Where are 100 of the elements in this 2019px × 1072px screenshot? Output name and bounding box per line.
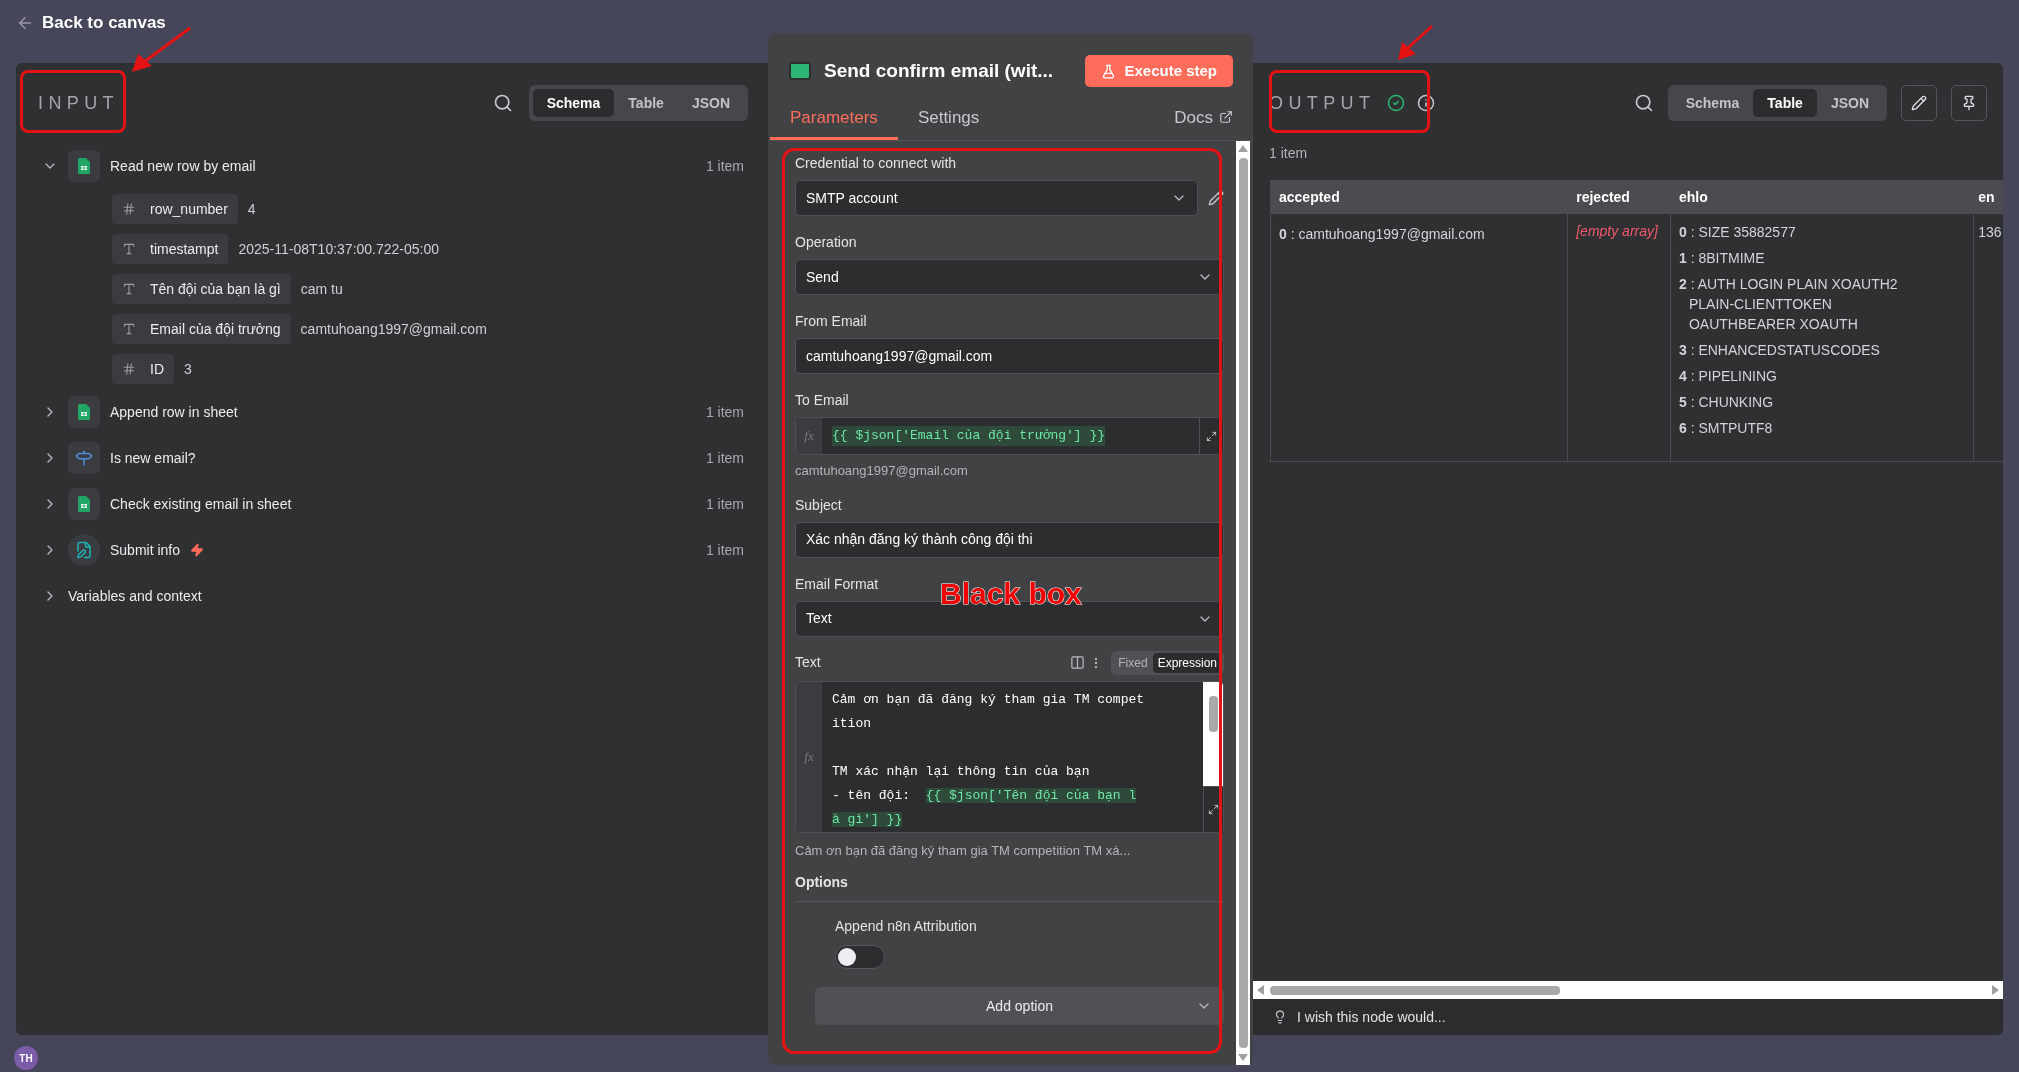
edit-button[interactable] — [1901, 85, 1937, 121]
flask-icon — [1101, 63, 1117, 79]
field-value: 3 — [184, 359, 192, 379]
field-value: 2025-11-08T10:37:00.722-05:00 — [238, 239, 440, 259]
view-tab[interactable]: Table — [1753, 89, 1817, 117]
toggle-switch[interactable] — [835, 945, 885, 969]
field-label: To Email — [795, 391, 849, 410]
node-name[interactable]: Append row in sheet — [110, 401, 238, 423]
variables-label[interactable]: Variables and context — [68, 585, 202, 607]
feedback-link[interactable]: I wish this node would... — [1297, 1006, 1446, 1028]
field-value: 4 — [247, 199, 256, 219]
view-tab[interactable]: Schema — [532, 89, 615, 117]
arrow-annotation — [130, 26, 192, 74]
docs-link[interactable]: Docs — [1174, 104, 1233, 130]
info-icon[interactable] — [1417, 94, 1436, 112]
expand-icon[interactable] — [1208, 803, 1219, 815]
node-name[interactable]: Submit info — [110, 539, 181, 561]
field-label: Credential to connect with — [795, 154, 957, 173]
view-tab[interactable]: JSON — [677, 89, 744, 117]
field-value: camtuhoang1997@gmail.com — [300, 319, 487, 339]
table-cell-text: [empty array] — [1576, 222, 1659, 241]
table-cell-text: 2 : AUTH LOGIN PLAIN XOAUTH2 PLAIN-CLIENTTOKEN OAUTHBEARER XOAUTH — [1678, 275, 1899, 334]
table-cell-text: 5 : CHUNKING — [1678, 393, 1775, 412]
view-tab[interactable]: JSON — [1816, 89, 1883, 117]
function-label: fx — [804, 747, 814, 766]
field-name: Tên đội của bạn là gì — [150, 279, 281, 299]
item-count: 1 item — [705, 494, 744, 514]
column-header: ehlo — [1670, 181, 1974, 214]
external-link-icon — [1219, 110, 1233, 125]
code-line: - tên đội: {{ $json['Tên đội của bạn l — [832, 786, 1138, 805]
pencil-icon — [1911, 95, 1927, 111]
node-name[interactable]: Check existing email in sheet — [110, 493, 292, 515]
view-tab[interactable]: Table — [614, 89, 678, 117]
credential-select[interactable]: SMTP account — [795, 180, 1198, 216]
add-option-button[interactable]: Add option — [815, 987, 1224, 1025]
field-label: Operation — [795, 233, 857, 252]
code-line: ition — [832, 714, 872, 733]
item-count: 1 item — [705, 156, 744, 176]
table-cell-text: 0 : camtuhoang1997@gmail.com — [1279, 225, 1486, 244]
node-title: Send confirm email (wit... — [824, 58, 1054, 83]
table-cell-text: 3 : ENHANCEDSTATUSCODES — [1678, 341, 1881, 360]
from-email-field[interactable]: camtuhoang1997@gmail.com — [795, 338, 1224, 374]
expression-result: Cảm ơn bạn đã đăng ký tham gia TM competition TM xá... — [795, 841, 1132, 860]
spreadsheet-icon — [78, 496, 90, 512]
operation-select[interactable]: Send — [795, 259, 1224, 295]
field-label: Text — [795, 653, 821, 672]
view-tab[interactable]: Schema — [1671, 89, 1754, 117]
pin-button[interactable] — [1951, 85, 1987, 121]
search-icon[interactable] — [492, 93, 513, 113]
item-count: 1 item — [705, 448, 744, 468]
function-label: fx — [804, 427, 814, 446]
field-label: From Email — [795, 312, 867, 331]
code-line: Cảm ơn bạn đã đăng ký tham gia TM compet — [832, 690, 1146, 709]
signpost-icon — [75, 449, 93, 467]
node-name[interactable]: Is new email? — [110, 447, 196, 469]
options-heading: Options — [795, 872, 1224, 902]
table-cell-text: 4 : PIPELINING — [1678, 367, 1778, 386]
scrollbar[interactable] — [1236, 141, 1250, 1065]
field-name: timestampt — [150, 239, 219, 259]
field-label: Email Format — [795, 574, 879, 594]
spreadsheet-icon — [78, 158, 90, 174]
subject-field[interactable]: Xác nhận đăng ký thành công đội thi — [795, 521, 1224, 558]
pin-icon — [1961, 95, 1977, 111]
arrow-annotation — [1396, 24, 1434, 62]
field-name: ID — [150, 359, 164, 379]
expression-result: camtuhoang1997@gmail.com — [795, 462, 969, 480]
back-link[interactable]: Back to canvas — [42, 9, 166, 36]
column-header: rejected — [1568, 181, 1670, 214]
field-name: row_number — [150, 199, 228, 219]
text-type-icon — [122, 242, 136, 256]
item-count: 1 item — [1268, 144, 1309, 163]
panel-tab[interactable]: Settings — [897, 98, 1000, 140]
table-cell-text: 136 — [1978, 223, 2003, 242]
user-avatar[interactable]: TH — [14, 1046, 38, 1070]
mode-tab[interactable]: Expression — [1152, 652, 1222, 673]
field-name: Email của đội trưởng — [150, 319, 281, 339]
search-icon[interactable] — [1633, 93, 1654, 113]
pencil-icon[interactable] — [1208, 190, 1224, 206]
table-cell-text: 6 : SMTPUTF8 — [1678, 419, 1774, 438]
table-cell-text: 0 : SIZE 35882577 — [1678, 223, 1797, 242]
spreadsheet-icon — [78, 404, 90, 420]
code-editor[interactable]: fx Cảm ơn bạn đã đăng ký tham gia TM compet ition TM xác nhận lại thông tin của bạn - tên đội: {{ $json['Tên đội của bạn l à gì'] }} — [795, 680, 1224, 833]
column-header: accepted — [1271, 181, 1568, 214]
form-icon — [75, 541, 93, 559]
text-type-icon — [122, 322, 136, 336]
expression-field[interactable]: fx {{ $json['Email của đội trưởng'] }} — [795, 417, 1224, 455]
panel-tab[interactable]: Parameters — [770, 98, 898, 140]
code-line: TM xác nhận lại thông tin của bạn — [832, 762, 1091, 781]
expression-code: {{ $json['Email của đội trưởng'] }} — [832, 426, 1106, 446]
expand-icon[interactable] — [1206, 430, 1217, 442]
horizontal-scrollbar[interactable] — [1253, 981, 2003, 999]
field-value: cam tu — [300, 279, 343, 299]
table-cell-text: 1 : 8BITMIME — [1678, 249, 1766, 268]
column-header: en — [1974, 181, 2003, 214]
field-label: Subject — [795, 495, 842, 515]
text-type-icon — [122, 282, 136, 296]
node-name[interactable]: Read new row by email — [110, 155, 256, 177]
mode-tab[interactable]: Fixed — [1113, 652, 1153, 673]
split-view-icon[interactable] — [1070, 655, 1086, 670]
item-count: 1 item — [705, 402, 744, 422]
